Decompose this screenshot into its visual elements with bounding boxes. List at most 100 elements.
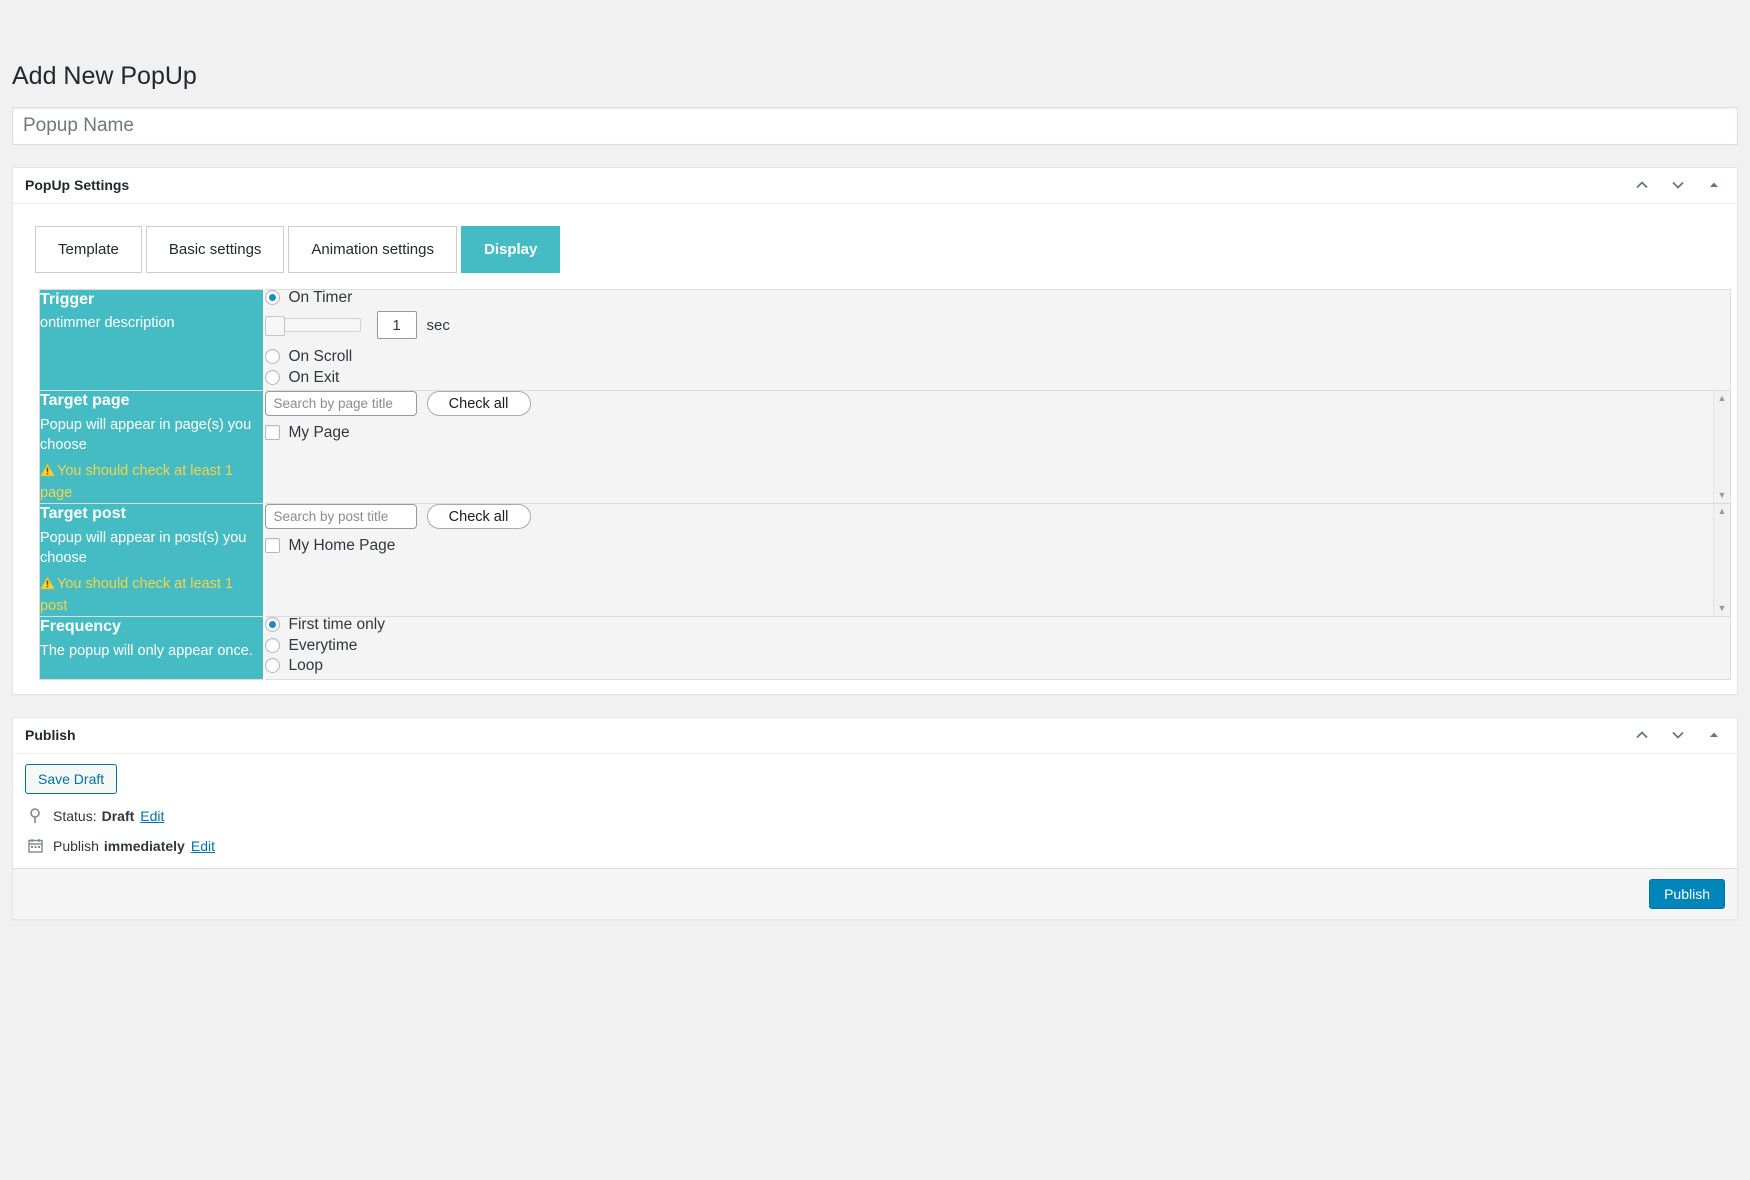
target-post-label-cell: Target post Popup will appear in post(s)… (39, 503, 265, 617)
trigger-title: Trigger (40, 290, 95, 308)
radio-everytime-input[interactable] (264, 637, 280, 653)
status-row: Status: Draft Edit (25, 808, 1725, 824)
popup-name-input[interactable] (12, 106, 1738, 145)
page-check-all-button[interactable]: Check all (426, 391, 531, 416)
schedule-value: immediately (103, 837, 185, 854)
target-page-label-cell: Target page Popup will appear in page(s)… (39, 390, 265, 504)
target-page-warning-text: You should check at least 1 page (40, 462, 234, 501)
target-post-tools: Check all (264, 504, 1708, 529)
status-prefix: Status: (53, 807, 97, 824)
popup-settings-body: Template Basic settings Animation settin… (13, 204, 1737, 694)
toggle-collapse-icon[interactable] (1703, 174, 1725, 196)
publish-metabox: Publish Save Draft Status: Draft Edit Pu… (12, 716, 1738, 920)
display-settings-table: Trigger ontimmer description On Timer 1 … (39, 288, 1731, 680)
status-edit-link[interactable]: Edit (140, 808, 164, 824)
trigger-field-cell: On Timer sec On Scroll (263, 289, 1731, 391)
trigger-desc: ontimmer description (40, 315, 175, 332)
radio-loop-input[interactable] (264, 658, 280, 674)
radio-loop-label: Loop (288, 657, 323, 674)
publish-handle-actions (1631, 724, 1725, 746)
page-item-my-page[interactable]: My Page (264, 424, 1708, 441)
radio-on-exit-input[interactable] (264, 369, 280, 385)
target-post-field-cell: Check all My Home Page ▲ ▼ (263, 503, 1731, 617)
scroll-down-icon[interactable]: ▼ (1718, 604, 1727, 613)
toggle-collapse-icon[interactable] (1703, 724, 1725, 746)
calendar-icon (25, 838, 45, 853)
publish-header: Publish (13, 718, 1737, 754)
page-item-checkbox[interactable] (264, 425, 280, 441)
post-check-all-button[interactable]: Check all (426, 504, 531, 529)
target-post-list: Check all My Home Page ▲ ▼ (264, 504, 1730, 616)
target-page-warning: You should check at least 1 page (40, 461, 263, 503)
target-page-desc: Popup will appear in page(s) you choose (40, 416, 252, 453)
radio-first-time-only[interactable]: First time only (264, 617, 1731, 633)
timer-slider[interactable] (264, 316, 361, 336)
chevron-up-icon[interactable] (1631, 724, 1653, 746)
scroll-up-icon[interactable]: ▲ (1718, 507, 1727, 516)
radio-everytime-label: Everytime (288, 636, 358, 654)
radio-on-timer[interactable]: On Timer (264, 289, 1731, 306)
scroll-down-icon[interactable]: ▼ (1718, 491, 1727, 500)
schedule-edit-link[interactable]: Edit (191, 838, 215, 854)
schedule-prefix: Publish (53, 837, 99, 854)
admin-page: Add New PopUp PopUp Settings Template Ba… (0, 0, 1750, 920)
radio-on-exit[interactable]: On Exit (264, 368, 1731, 386)
target-page-field-cell: Check all My Page ▲ ▼ (263, 390, 1731, 504)
schedule-row: Publish immediately Edit (25, 838, 1725, 854)
publish-button[interactable]: Publish (1649, 878, 1725, 909)
settings-row-target-page: Target page Popup will appear in page(s)… (39, 390, 1731, 504)
target-page-tools: Check all (264, 391, 1708, 416)
settings-row-frequency: Frequency The popup will only appear onc… (39, 616, 1731, 679)
popup-settings-metabox: PopUp Settings Template Basic settings A… (12, 166, 1738, 695)
post-list-scrollbar[interactable]: ▲ ▼ (1713, 504, 1730, 616)
tab-display[interactable]: Display (461, 225, 561, 273)
tab-animation-settings[interactable]: Animation settings (288, 225, 457, 273)
page-search-input[interactable] (264, 391, 417, 416)
frequency-desc: The popup will only appear once. (40, 642, 253, 659)
tab-basic-settings[interactable]: Basic settings (145, 225, 285, 273)
radio-first-time-only-input[interactable] (264, 617, 280, 633)
page-list-scrollbar[interactable]: ▲ ▼ (1713, 391, 1730, 503)
frequency-title: Frequency (40, 618, 121, 635)
metabox-handle-actions (1631, 174, 1725, 196)
timer-slider-handle[interactable] (264, 316, 285, 336)
page-item-label: My Page (288, 424, 350, 441)
radio-loop[interactable]: Loop (264, 657, 1731, 674)
post-item-checkbox[interactable] (264, 538, 280, 554)
tab-template[interactable]: Template (35, 225, 142, 273)
trigger-label-cell: Trigger ontimmer description (39, 289, 265, 391)
popup-settings-header: PopUp Settings (13, 168, 1737, 204)
target-post-title: Target post (40, 505, 126, 522)
post-item-my-home-page[interactable]: My Home Page (264, 537, 1708, 554)
save-draft-button[interactable]: Save Draft (25, 763, 118, 794)
radio-on-timer-input[interactable] (264, 289, 280, 305)
settings-row-trigger: Trigger ontimmer description On Timer 1 … (39, 289, 1731, 391)
target-post-warning: You should check at least 1 post (40, 574, 263, 616)
timer-unit-label: sec (426, 316, 450, 334)
page-title: Add New PopUp (12, 62, 197, 90)
publish-body: Save Draft Status: Draft Edit Publish im… (13, 754, 1737, 868)
radio-on-scroll-label: On Scroll (288, 348, 353, 365)
radio-everytime[interactable]: Everytime (264, 636, 1731, 654)
target-page-list: Check all My Page ▲ ▼ (264, 391, 1730, 503)
target-post-list-inner: Check all My Home Page (264, 504, 1708, 616)
target-page-title: Target page (40, 392, 130, 409)
post-item-label: My Home Page (288, 537, 396, 554)
settings-tabs: Template Basic settings Animation settin… (35, 225, 1725, 273)
scroll-up-icon[interactable]: ▲ (1718, 394, 1727, 403)
chevron-down-icon[interactable] (1667, 724, 1689, 746)
chevron-up-icon[interactable] (1631, 174, 1653, 196)
radio-on-scroll[interactable]: On Scroll (264, 348, 1731, 365)
frequency-field-cell: First time only Everytime Loop (263, 616, 1731, 679)
chevron-down-icon[interactable] (1667, 174, 1689, 196)
target-page-list-inner: Check all My Page (264, 391, 1708, 503)
timer-seconds-input[interactable] (376, 311, 417, 339)
status-value: Draft (101, 807, 135, 824)
post-search-input[interactable] (264, 504, 417, 529)
radio-on-scroll-input[interactable] (264, 349, 280, 365)
settings-row-target-post: Target post Popup will appear in post(s)… (39, 503, 1731, 617)
radio-on-exit-label: On Exit (288, 368, 340, 386)
publish-footer: Publish (13, 867, 1737, 919)
popup-settings-title: PopUp Settings (25, 177, 130, 193)
frequency-label-cell: Frequency The popup will only appear onc… (39, 616, 265, 679)
